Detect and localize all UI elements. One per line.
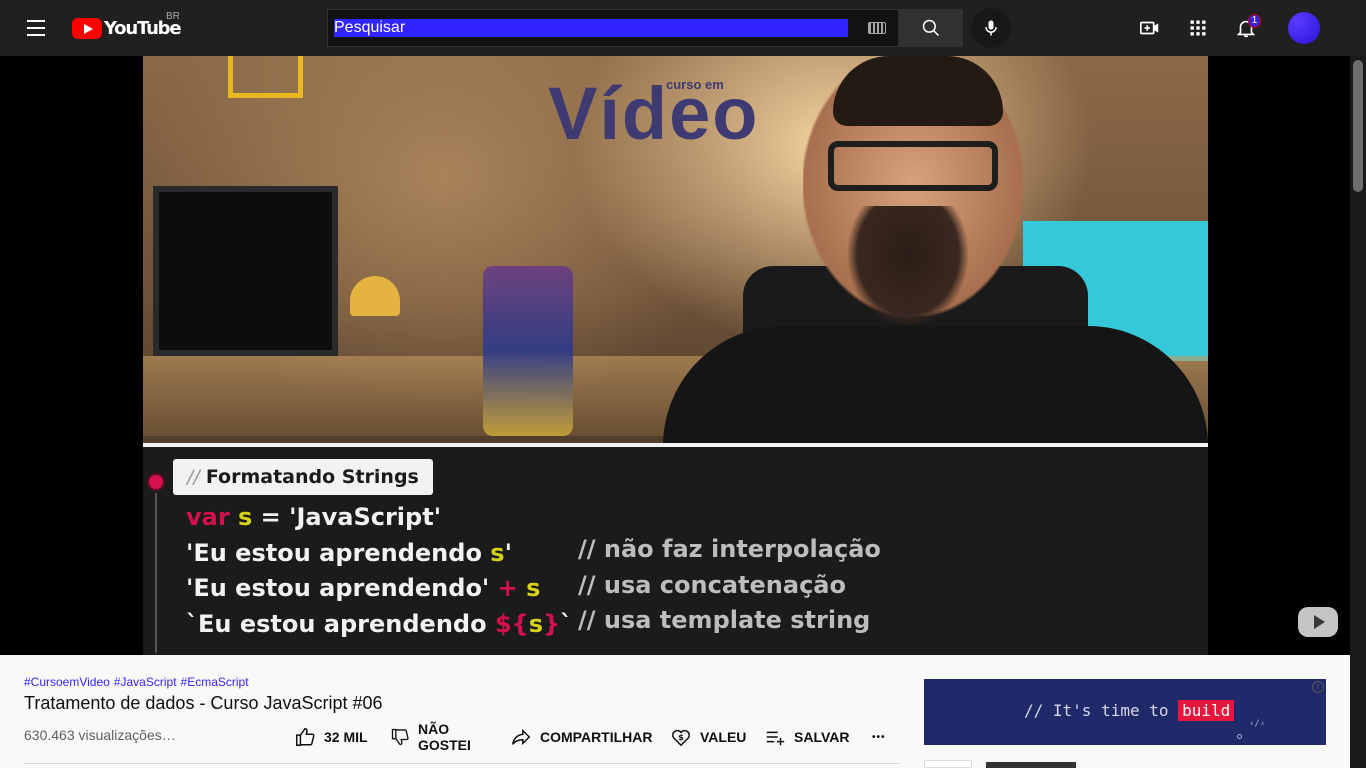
search-icon xyxy=(922,19,940,37)
code-rail xyxy=(155,493,157,653)
share-label: COMPARTILHAR xyxy=(540,729,653,745)
thumbs-down-icon xyxy=(391,728,409,746)
presenter-beard xyxy=(848,206,968,326)
background-monitor xyxy=(153,186,338,356)
code-variable: s xyxy=(490,539,505,567)
code-text: ' xyxy=(504,539,512,567)
next-item-title[interactable] xyxy=(986,762,1076,768)
thanks-button[interactable]: $ VALEU xyxy=(670,719,746,755)
apps-grid-icon xyxy=(1190,20,1206,36)
hashtag-link[interactable]: #CursoemVideo xyxy=(24,675,110,689)
video-info: #CursoemVideo #JavaScript #EcmaScript Trat… xyxy=(24,655,900,768)
apps-button[interactable] xyxy=(1178,8,1218,48)
code-comment-2: // usa concatenação xyxy=(578,571,846,599)
top-bar: YouTube BR 1 xyxy=(0,0,1366,56)
dislike-button[interactable]: NÃO GOSTEI xyxy=(390,719,471,755)
youtube-play-logo-icon xyxy=(72,17,102,39)
wall-sign-small: curso em xyxy=(666,77,724,92)
more-icon: ••• xyxy=(872,731,886,743)
video-create-icon xyxy=(1140,21,1159,35)
code-title: // Formatando Strings xyxy=(173,459,433,495)
ad-text-prefix: // It's time to xyxy=(1024,701,1179,720)
code-text: 'Eu estou aprendendo' xyxy=(186,574,490,602)
share-button[interactable]: COMPARTILHAR xyxy=(510,719,653,755)
code-line-3: 'Eu estou aprendendo' + s xyxy=(186,574,540,602)
code-variable: s xyxy=(229,503,253,531)
search-box xyxy=(327,9,899,47)
thanks-label: VALEU xyxy=(700,729,747,745)
share-icon xyxy=(512,728,531,746)
playlist-add-icon xyxy=(766,731,785,746)
youtube-logo[interactable]: YouTube BR xyxy=(72,11,182,41)
code-title-text: Formatando Strings xyxy=(205,466,419,488)
search-button[interactable] xyxy=(899,9,963,47)
code-text: = 'JavaScript' xyxy=(252,503,442,531)
code-marker-dot xyxy=(147,473,165,491)
scrollbar-thumb[interactable] xyxy=(1353,60,1363,192)
code-line-1: var s = 'JavaScript' xyxy=(186,503,441,531)
code-operator: ${ xyxy=(494,610,529,638)
video-frame[interactable]: curso em Vídeo // Formatando Strings var … xyxy=(143,56,1208,655)
more-actions-button[interactable]: ••• xyxy=(872,719,886,755)
code-keyword: var xyxy=(186,503,230,531)
next-item-thumbnail[interactable] xyxy=(924,760,972,768)
dislike-label-line1: NÃO xyxy=(418,721,450,737)
create-video-button[interactable] xyxy=(1130,8,1170,48)
voice-search-button[interactable] xyxy=(971,8,1011,48)
code-comment-3: // usa template string xyxy=(578,606,871,634)
notification-badge: 1 xyxy=(1248,14,1261,28)
code-title-comment: // xyxy=(187,466,200,488)
code-variable: s xyxy=(528,610,544,638)
code-text: ` xyxy=(560,610,573,638)
save-label: SALVAR xyxy=(794,729,850,745)
like-count: 32 MIL xyxy=(324,729,368,745)
dislike-label: NÃO GOSTEI xyxy=(418,721,471,753)
ad-highlight: build xyxy=(1178,700,1235,721)
microphone-icon xyxy=(985,20,997,36)
hashtag-link[interactable]: #JavaScript xyxy=(114,675,177,689)
dislike-label-line2: GOSTEI xyxy=(418,737,471,753)
presenter-hair xyxy=(833,56,1003,126)
code-comment-1: // não faz interpolação xyxy=(578,535,881,563)
menu-icon[interactable] xyxy=(16,8,56,48)
country-code: BR xyxy=(166,11,180,22)
wall-sign: curso em Vídeo xyxy=(548,71,759,156)
code-brackets-icon: ‹/› xyxy=(1249,719,1266,729)
divider xyxy=(24,763,900,764)
thumbs-up-icon xyxy=(296,728,315,746)
save-button[interactable]: SALVAR xyxy=(764,719,849,755)
wall-frame-decoration xyxy=(228,56,303,98)
code-operator: + xyxy=(489,574,527,602)
video-title: Tratamento de dados - Curso JavaScript #… xyxy=(24,693,383,713)
svg-text:$: $ xyxy=(678,732,684,742)
view-count[interactable]: 630.463 visualizações… xyxy=(24,727,176,743)
search-input[interactable] xyxy=(328,10,848,46)
like-button[interactable]: 32 MIL xyxy=(294,719,368,755)
youtube-watermark-icon[interactable] xyxy=(1298,607,1338,637)
presenter-glasses xyxy=(828,141,998,191)
presenter-shirt xyxy=(663,326,1208,446)
page-scrollbar[interactable] xyxy=(1350,56,1366,768)
code-overlay-panel: // Formatando Strings var s = 'JavaScrip… xyxy=(143,443,1208,655)
wall-sign-text: Vídeo xyxy=(548,72,760,155)
ad-decoration-dot xyxy=(1237,734,1242,739)
video-player[interactable]: curso em Vídeo // Formatando Strings var … xyxy=(0,56,1350,655)
ad-banner[interactable]: // It's time to build ‹/› xyxy=(924,679,1326,745)
hashtags: #CursoemVideo #JavaScript #EcmaScript xyxy=(24,675,253,689)
notifications-button[interactable]: 1 xyxy=(1226,8,1266,48)
code-text: 'Eu estou aprendendo xyxy=(186,539,491,567)
code-operator: } xyxy=(543,610,561,638)
avatar[interactable] xyxy=(1288,12,1320,44)
background-lamp xyxy=(350,276,400,316)
background-robot-toy xyxy=(483,266,573,436)
code-variable: s xyxy=(526,574,541,602)
ad-info-icon[interactable]: i xyxy=(1312,681,1324,693)
code-text: `Eu estou aprendendo xyxy=(186,610,495,638)
keyboard-icon[interactable] xyxy=(868,22,886,34)
code-line-4: `Eu estou aprendendo ${s}` xyxy=(186,610,572,638)
hashtag-link[interactable]: #EcmaScript xyxy=(181,675,249,689)
heart-dollar-icon: $ xyxy=(672,729,690,747)
code-line-2: 'Eu estou aprendendo s' xyxy=(186,539,512,567)
ad-text: // It's time to build xyxy=(1024,700,1235,721)
